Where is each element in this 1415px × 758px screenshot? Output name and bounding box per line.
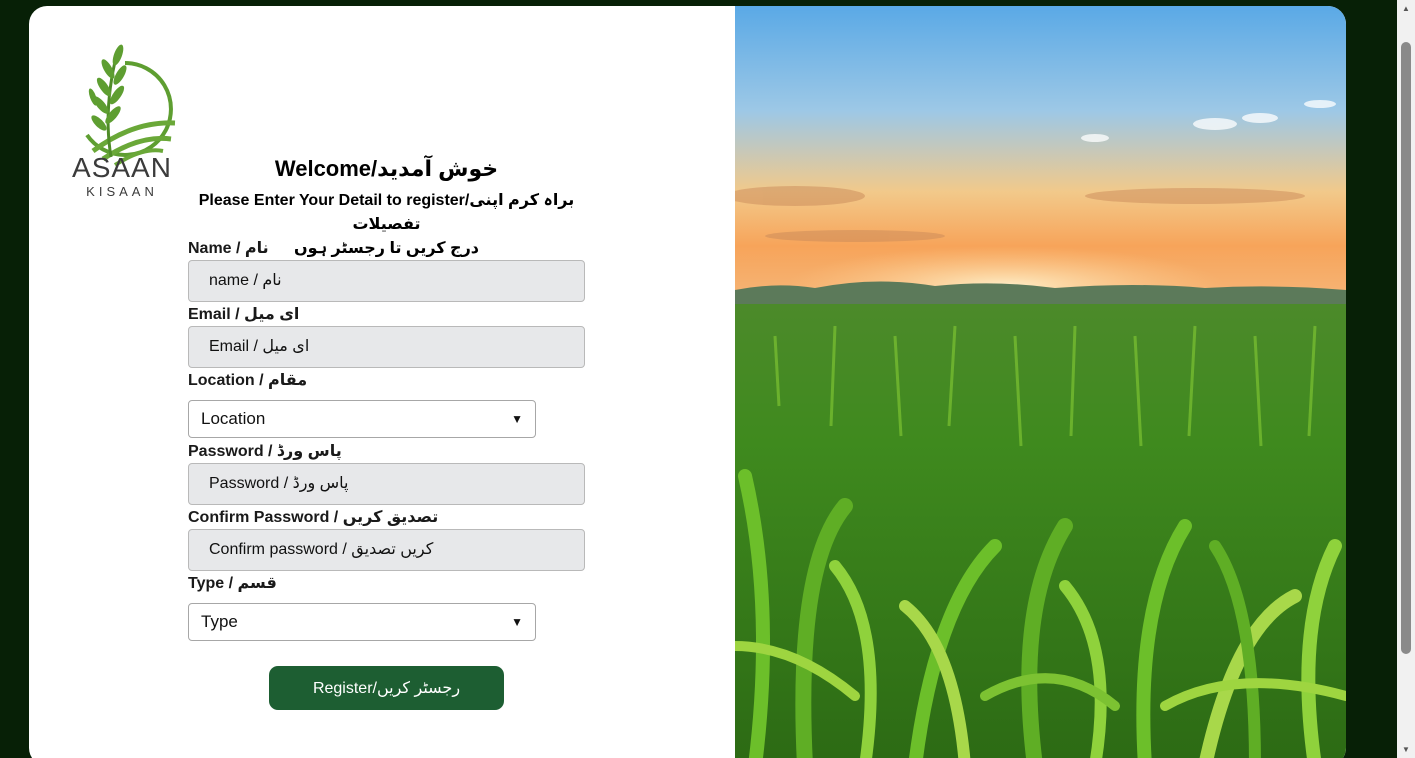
page-title: Welcome/خوش آمدید — [274, 156, 499, 181]
location-select[interactable]: Location ▼ — [188, 400, 536, 438]
type-select[interactable]: Type ▼ — [188, 603, 536, 641]
location-label: Location / مقام — [188, 372, 308, 389]
register-card: ASAAN KISAAN Welcome/خوش آمدید Please En… — [29, 6, 1346, 758]
chevron-down-icon: ▼ — [511, 615, 523, 629]
logo-subtitle: KISAAN — [86, 184, 158, 199]
chevron-down-icon: ▼ — [511, 412, 523, 426]
type-label: Type / قسم — [188, 575, 277, 592]
page: ASAAN KISAAN Welcome/خوش آمدید Please En… — [0, 0, 1415, 758]
scrollbar-thumb[interactable] — [1401, 42, 1411, 654]
scroll-down-arrow-icon[interactable]: ▼ — [1401, 745, 1411, 754]
password-label: Password / پاس ورڈ — [188, 443, 342, 460]
register-button[interactable]: Register/رجسٹر کریں — [269, 666, 504, 710]
location-select-value: Location — [201, 409, 266, 428]
email-label: Email / ای میل — [188, 306, 300, 323]
page-scrollbar[interactable]: ▲ ▼ — [1397, 0, 1415, 758]
name-label: Name / نام — [188, 240, 269, 257]
password-input[interactable] — [188, 463, 585, 505]
confirm-password-label: Confirm Password / تصدیق کریں — [188, 509, 439, 526]
email-input[interactable] — [188, 326, 585, 368]
cornfield-image — [735, 6, 1346, 758]
scroll-up-arrow-icon[interactable]: ▲ — [1401, 4, 1411, 13]
type-select-value: Type — [201, 612, 238, 631]
confirm-password-input[interactable] — [188, 529, 585, 571]
subtitle-line-1: Please Enter Your Detail to register/برا… — [198, 192, 575, 233]
name-input[interactable] — [188, 260, 585, 302]
logo-wordmark: ASAAN — [72, 152, 172, 183]
